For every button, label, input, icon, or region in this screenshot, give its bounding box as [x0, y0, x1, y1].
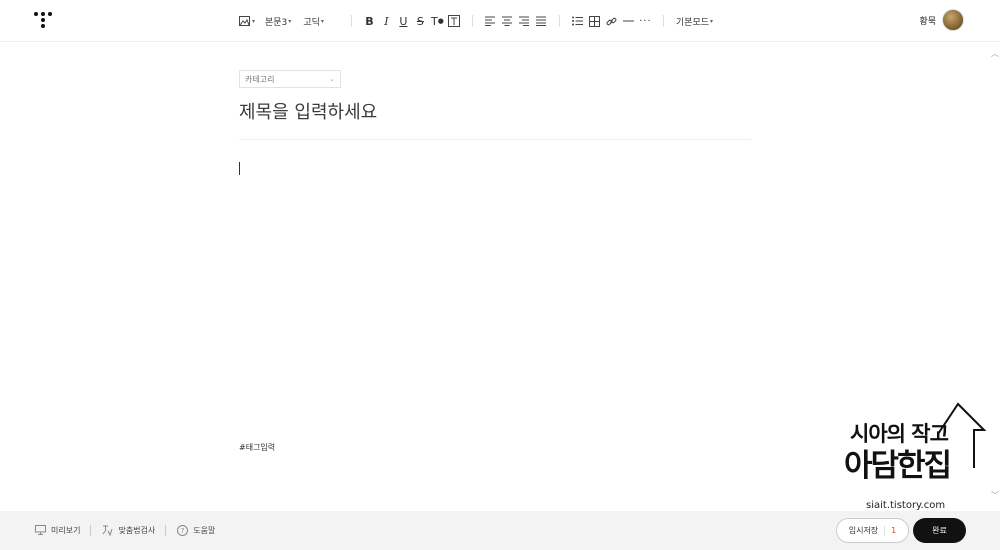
help-button[interactable]: ? 도움말 [176, 524, 215, 536]
temp-save-button[interactable]: 임시저장 1 [836, 518, 909, 543]
bottom-bar: 미리보기 맞춤법검사 ? 도움말 임시저장 1 완료 [0, 511, 1000, 550]
align-left-icon[interactable] [482, 11, 499, 31]
help-icon: ? [176, 524, 188, 536]
horizontal-rule-icon[interactable] [620, 11, 637, 31]
bottom-divider [90, 524, 92, 536]
spellcheck-icon [101, 524, 113, 536]
temp-save-divider [884, 525, 886, 536]
chevron-down-icon: ⌄ [329, 75, 335, 83]
bottom-divider [165, 524, 167, 536]
align-right-icon[interactable] [516, 11, 533, 31]
underline-icon[interactable]: U [395, 11, 412, 31]
chevron-down-icon: ▾ [288, 17, 292, 25]
table-icon[interactable] [586, 11, 603, 31]
font-family-select[interactable]: 고딕 ▾ [300, 11, 327, 31]
svg-text:?: ? [180, 527, 184, 535]
font-family-label: 고딕 [303, 17, 320, 28]
paragraph-style-label: 본문3 [265, 17, 288, 28]
monitor-icon [34, 524, 46, 536]
content-editor[interactable] [239, 158, 751, 418]
chevron-down-icon: ▾ [320, 17, 324, 25]
bold-icon[interactable]: B [361, 11, 378, 31]
align-justify-icon[interactable] [533, 11, 550, 31]
scrollbar[interactable]: ︿ ﹀ [989, 42, 1000, 510]
spellcheck-label: 맞춤법검사 [118, 525, 156, 535]
preview-button[interactable]: 미리보기 [34, 524, 80, 536]
text-color-icon[interactable]: T ● [429, 11, 446, 31]
spellcheck-button[interactable]: 맞춤법검사 [101, 524, 155, 536]
editor-mode-select[interactable]: 기본모드 ▾ [673, 11, 716, 31]
toolbar-divider [471, 15, 473, 27]
temp-save-count[interactable]: 1 [891, 526, 896, 535]
text-cursor [239, 162, 240, 175]
avatar[interactable] [942, 9, 964, 31]
italic-icon[interactable]: I [378, 11, 395, 31]
scroll-up-icon[interactable]: ︿ [991, 48, 999, 59]
done-label: 완료 [932, 526, 947, 535]
watermark-line2: 아담한집 [844, 448, 952, 484]
title-input[interactable] [239, 98, 751, 126]
watermark-url: siait.tistory.com [866, 500, 946, 511]
blog-watermark: 시아의 작고 아담한집 siait.tistory.com [840, 400, 990, 512]
strikethrough-icon[interactable]: S [412, 11, 429, 31]
editor-mode-label: 기본모드 [675, 17, 710, 28]
temp-save-label: 임시저장 [848, 526, 879, 535]
preview-label: 미리보기 [51, 525, 81, 535]
paragraph-style-select[interactable]: 본문3 ▾ [262, 11, 294, 31]
image-icon[interactable]: ▾ [236, 11, 258, 31]
align-center-icon[interactable] [499, 11, 516, 31]
tag-input[interactable] [239, 440, 359, 454]
scroll-down-icon[interactable]: ﹀ [991, 490, 999, 501]
category-placeholder: 카테고리 [245, 74, 275, 84]
username: 황묵 [919, 16, 936, 27]
tistory-logo-icon[interactable] [34, 12, 52, 28]
done-button[interactable]: 완료 [913, 518, 966, 543]
more-icon[interactable]: ··· [637, 11, 654, 31]
bullet-list-icon[interactable] [569, 11, 586, 31]
user-menu[interactable]: 황묵 [919, 9, 964, 31]
title-divider [239, 139, 751, 140]
bottom-actions: 미리보기 맞춤법검사 ? 도움말 [34, 524, 215, 536]
chevron-down-icon: ▾ [710, 17, 714, 25]
link-icon[interactable] [603, 11, 620, 31]
text-background-icon[interactable] [446, 11, 463, 31]
toolbar-divider [558, 15, 560, 27]
help-label: 도움말 [193, 525, 216, 535]
toolbar-tools: ▾ 본문3 ▾ 고딕 ▾ B I U S T ● ··· 기본모드 ▾ [236, 11, 716, 31]
toolbar-divider [662, 15, 664, 27]
toolbar-divider [350, 15, 352, 27]
editor-toolbar: ▾ 본문3 ▾ 고딕 ▾ B I U S T ● ··· 기본모드 ▾ 황묵 [0, 0, 1000, 42]
category-select[interactable]: 카테고리 ⌄ [239, 70, 341, 88]
